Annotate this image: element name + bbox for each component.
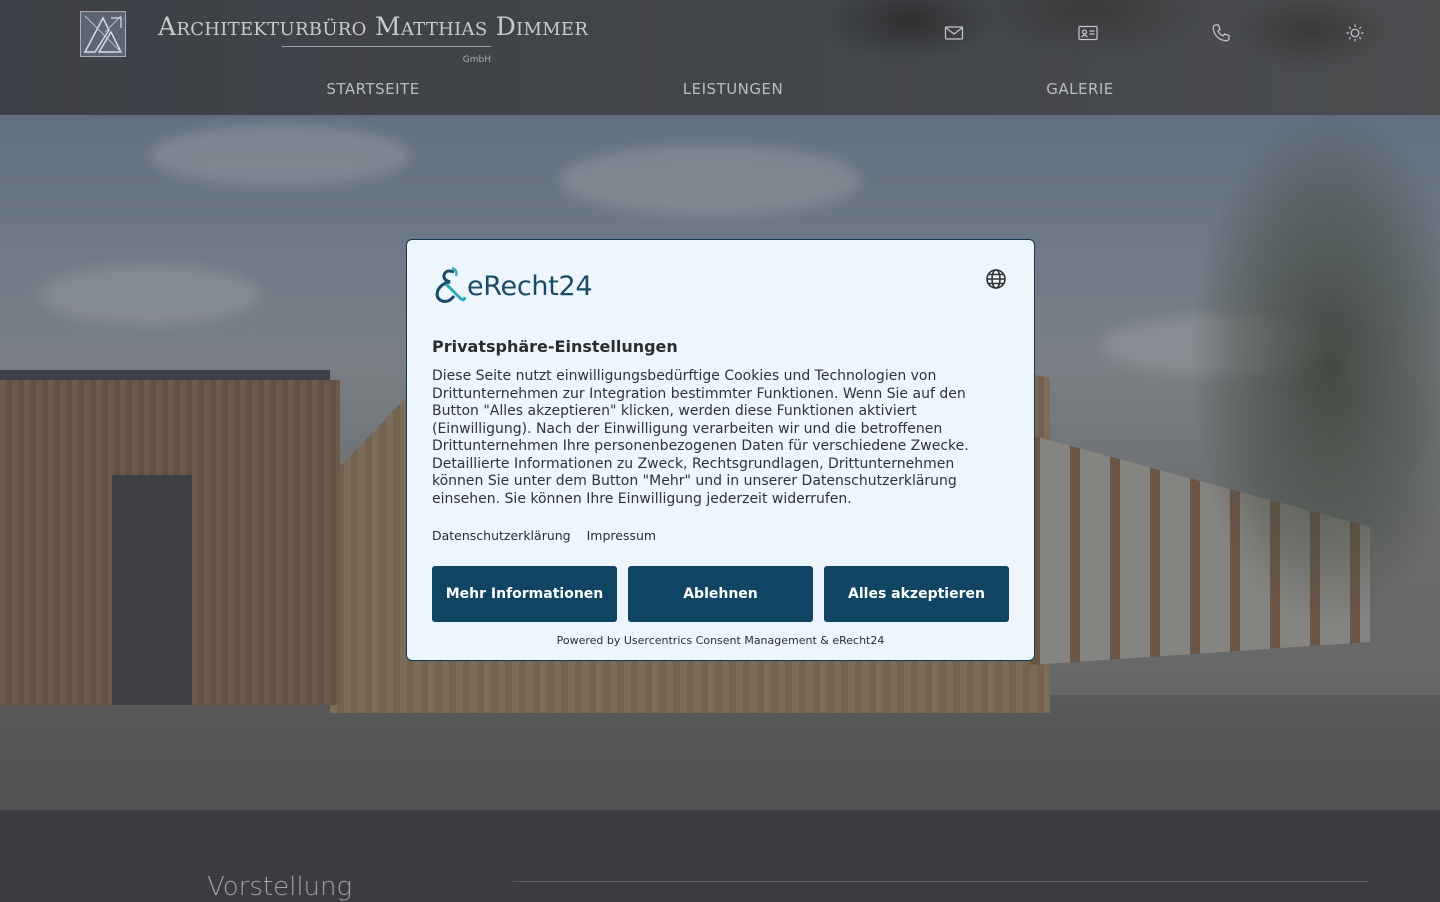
- consent-links: Datenschutzerklärung Impressum: [432, 528, 668, 543]
- erecht24-logo-icon: [435, 266, 466, 303]
- deny-button[interactable]: Ablehnen: [628, 566, 813, 622]
- powered-by-text: Powered by Usercentrics Consent Manageme…: [556, 634, 885, 647]
- accept-all-button[interactable]: Alles akzeptieren: [824, 566, 1009, 622]
- consent-dialog: eRecht24 Privatsphäre-Einstellungen Dies…: [406, 239, 1035, 661]
- erecht24-logo-text: eRecht24: [467, 270, 593, 302]
- language-globe-icon[interactable]: [985, 268, 1007, 290]
- erecht24-logo: eRecht24: [432, 266, 593, 306]
- consent-title: Privatsphäre-Einstellungen: [432, 337, 678, 356]
- privacy-policy-link[interactable]: Datenschutzerklärung: [432, 528, 571, 543]
- consent-body-text: Diese Seite nutzt einwilligungsbedürftig…: [432, 368, 969, 507]
- more-info-button[interactable]: Mehr Informationen: [432, 566, 617, 622]
- imprint-link[interactable]: Impressum: [587, 528, 656, 543]
